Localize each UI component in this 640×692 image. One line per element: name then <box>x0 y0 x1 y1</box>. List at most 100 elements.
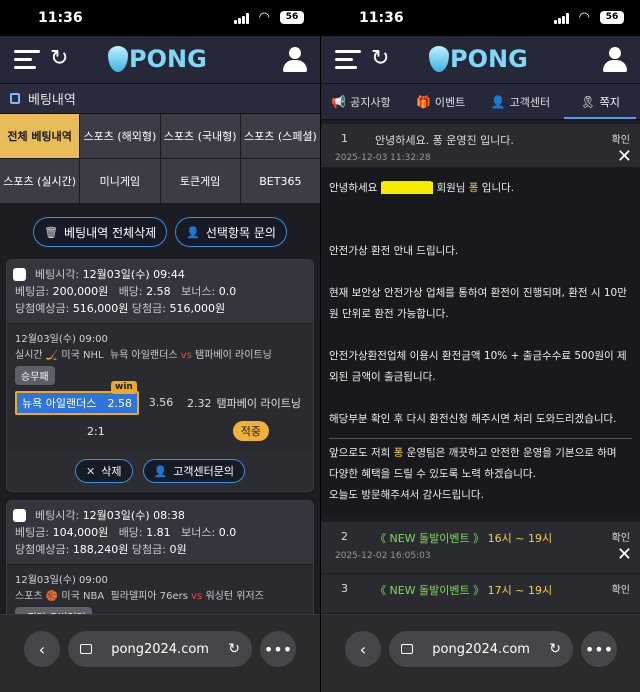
app-header: ↻ PONG <box>321 36 640 84</box>
close-icon: ✕ <box>86 464 96 478</box>
support-icon: 👤 <box>153 464 168 478</box>
message-item[interactable]: 1 안녕하세요. 퐁 운영진 입니다. 확인 ✕ 2025-12-03 11:3… <box>321 124 640 168</box>
browser-toolbar: ‹ pong2024.com ↻ ••• <box>321 614 640 692</box>
draw-odds[interactable]: 3.56 <box>139 391 183 415</box>
message-body: 안녕하세요 ██████ 회원님 퐁 입니다. 안전가상 환전 안내 드립니다.… <box>321 168 640 516</box>
gift-icon: 🎁 <box>415 94 431 109</box>
ribbon-icon: 🎗 <box>580 94 596 109</box>
redacted-name: ██████ <box>380 182 434 194</box>
document-icon <box>10 93 20 104</box>
reload-icon[interactable]: ↻ <box>228 641 240 657</box>
browser-toolbar: ‹ pong2024.com ↻ ••• <box>0 614 320 692</box>
category-sports-domestic[interactable]: 스포츠 (국내형) <box>160 114 240 158</box>
user-icon[interactable] <box>282 47 308 73</box>
delete-all-button[interactable]: 🗑 베팅내역 전체삭제 <box>33 217 168 247</box>
brand-logo[interactable]: PONG <box>429 45 528 73</box>
signal-icon <box>554 13 570 24</box>
bet-card: 베팅시각: 12월03일(수) 09:44 베팅금: 200,000원 배당: … <box>6 259 314 492</box>
confirm-label: 확인 <box>611 585 630 596</box>
market-tag: 승무패 <box>15 366 55 385</box>
tab-notice[interactable]: 📢 공지사항 <box>321 84 401 119</box>
message-title: 《 NEW 돌발이벤트 》 17시 ~ 19시 <box>375 584 553 597</box>
chevron-left-icon: ‹ <box>359 639 367 659</box>
url-text: pong2024.com <box>432 641 530 657</box>
close-icon[interactable]: ✕ <box>617 546 632 564</box>
more-icon: ••• <box>263 639 293 659</box>
confirm-label: 확인 <box>611 533 630 544</box>
away-odds[interactable]: 2.32 탬파베이 라이트닝 <box>183 391 305 415</box>
tab-support[interactable]: 👤 고객센터 <box>481 84 561 119</box>
url-bar[interactable]: pong2024.com ↻ <box>68 631 252 667</box>
category-all-bets[interactable]: 전체 베팅내역 <box>0 114 80 158</box>
category-sports-live[interactable]: 스포츠 (실시간) <box>0 159 80 203</box>
refresh-icon[interactable]: ↻ <box>50 46 68 71</box>
category-sports-overseas[interactable]: 스포츠 (해외형) <box>80 114 160 158</box>
menu-icon[interactable] <box>14 50 40 70</box>
status-time: 11:36 <box>359 10 404 26</box>
tabs-icon <box>80 644 92 654</box>
right-screen: 11:36 ◠ 56 ↻ PONG 📢 공지사항 🎁 이벤트 👤 고객센터 🎗 쪽지 1… <box>320 0 640 692</box>
more-button[interactable]: ••• <box>260 631 296 667</box>
category-token-game[interactable]: 토큰게임 <box>160 159 240 203</box>
bet-checkbox[interactable] <box>13 509 26 522</box>
more-button[interactable]: ••• <box>581 631 617 667</box>
tab-event[interactable]: 🎁 이벤트 <box>401 84 481 119</box>
result-badge: 적중 <box>232 421 269 441</box>
category-bet365[interactable]: BET365 <box>240 159 320 203</box>
message-date: 2025-12-02 16:05:03 <box>335 551 431 561</box>
bet-info: 베팅시각: 12월03일(수) 09:44 베팅금: 200,000원 배당: … <box>7 260 313 323</box>
tab-messages[interactable]: 🎗 쪽지 <box>560 84 640 119</box>
back-button[interactable]: ‹ <box>24 631 60 667</box>
megaphone-icon: 📢 <box>331 94 347 109</box>
signal-icon <box>234 13 250 24</box>
more-icon: ••• <box>584 639 614 659</box>
status-bar: 11:36 ◠ 56 <box>0 0 320 36</box>
battery-icon: 56 <box>280 11 304 24</box>
app-header: ↻ PONG <box>0 36 320 84</box>
status-bar: 11:36 ◠ 56 <box>321 0 640 36</box>
support-inquiry-button[interactable]: 👤 고객센터문의 <box>142 459 245 483</box>
headset-icon: 👤 <box>490 94 506 109</box>
bet-info: 베팅시각: 12월03일(수) 08:38 베팅금: 104,000원 배당: … <box>7 501 313 564</box>
bet-card-actions: ✕ 삭제 👤 고객센터문의 <box>7 451 313 491</box>
menu-icon[interactable] <box>335 50 361 70</box>
message-title: 안녕하세요. 퐁 운영진 입니다. <box>375 134 514 147</box>
url-text: pong2024.com <box>111 641 209 657</box>
bet-checkbox[interactable] <box>13 268 26 281</box>
category-sports-special[interactable]: 스포츠 (스페셜) <box>240 114 320 158</box>
confirm-label: 확인 <box>611 135 630 146</box>
inquire-selected-button[interactable]: 👤 선택항목 문의 <box>175 217 287 247</box>
droplet-icon <box>429 46 449 72</box>
odds-row: win 뉴욕 아일랜더스 2.58 3.56 2.32 탬파베이 라이트닝 <box>15 381 305 415</box>
tabs-icon <box>401 644 413 654</box>
score: 2:1 <box>87 424 105 438</box>
page-title: 베팅내역 <box>0 84 320 114</box>
wifi-icon: ◠ <box>258 10 270 25</box>
trash-icon: 🗑 <box>44 225 59 239</box>
wifi-icon: ◠ <box>578 10 590 25</box>
match-detail: 12월03일(수) 09:00 실시간 🏒 미국 NHL 뉴욕 아일랜더스 vs… <box>7 323 313 451</box>
category-minigame[interactable]: 미니게임 <box>80 159 160 203</box>
bet-result: 2:1 적중 <box>15 415 305 445</box>
back-button[interactable]: ‹ <box>345 631 381 667</box>
home-odds-selected[interactable]: 뉴욕 아일랜더스 2.58 <box>15 391 139 415</box>
refresh-icon[interactable]: ↻ <box>371 46 389 71</box>
support-icon: 👤 <box>186 225 200 239</box>
droplet-icon <box>108 46 128 72</box>
delete-bet-button[interactable]: ✕ 삭제 <box>75 459 133 483</box>
support-tabs: 📢 공지사항 🎁 이벤트 👤 고객센터 🎗 쪽지 <box>321 84 640 120</box>
left-screen: 11:36 ◠ 56 ↻ PONG 베팅내역 전체 베팅내역 스포츠 (해외형)… <box>0 0 320 692</box>
url-bar[interactable]: pong2024.com ↻ <box>389 631 573 667</box>
message-title: 《 NEW 돌발이벤트 》 16시 ~ 19시 <box>375 532 553 545</box>
bet-actions: 🗑 베팅내역 전체삭제 👤 선택항목 문의 <box>0 203 320 259</box>
reload-icon[interactable]: ↻ <box>549 641 561 657</box>
close-icon[interactable]: ✕ <box>617 148 632 166</box>
brand-logo[interactable]: PONG <box>108 45 207 73</box>
user-icon[interactable] <box>602 47 628 73</box>
message-item[interactable]: 2 《 NEW 돌발이벤트 》 16시 ~ 19시 확인 ✕ 2025-12-0… <box>321 522 640 574</box>
chevron-left-icon: ‹ <box>38 639 46 659</box>
message-date: 2025-12-03 11:32:28 <box>335 153 431 163</box>
message-item[interactable]: 3 《 NEW 돌발이벤트 》 17시 ~ 19시 확인 <box>321 574 640 614</box>
win-badge: win <box>111 381 137 394</box>
bet-category-grid: 전체 베팅내역 스포츠 (해외형) 스포츠 (국내형) 스포츠 (스페셜) 스포… <box>0 114 320 203</box>
